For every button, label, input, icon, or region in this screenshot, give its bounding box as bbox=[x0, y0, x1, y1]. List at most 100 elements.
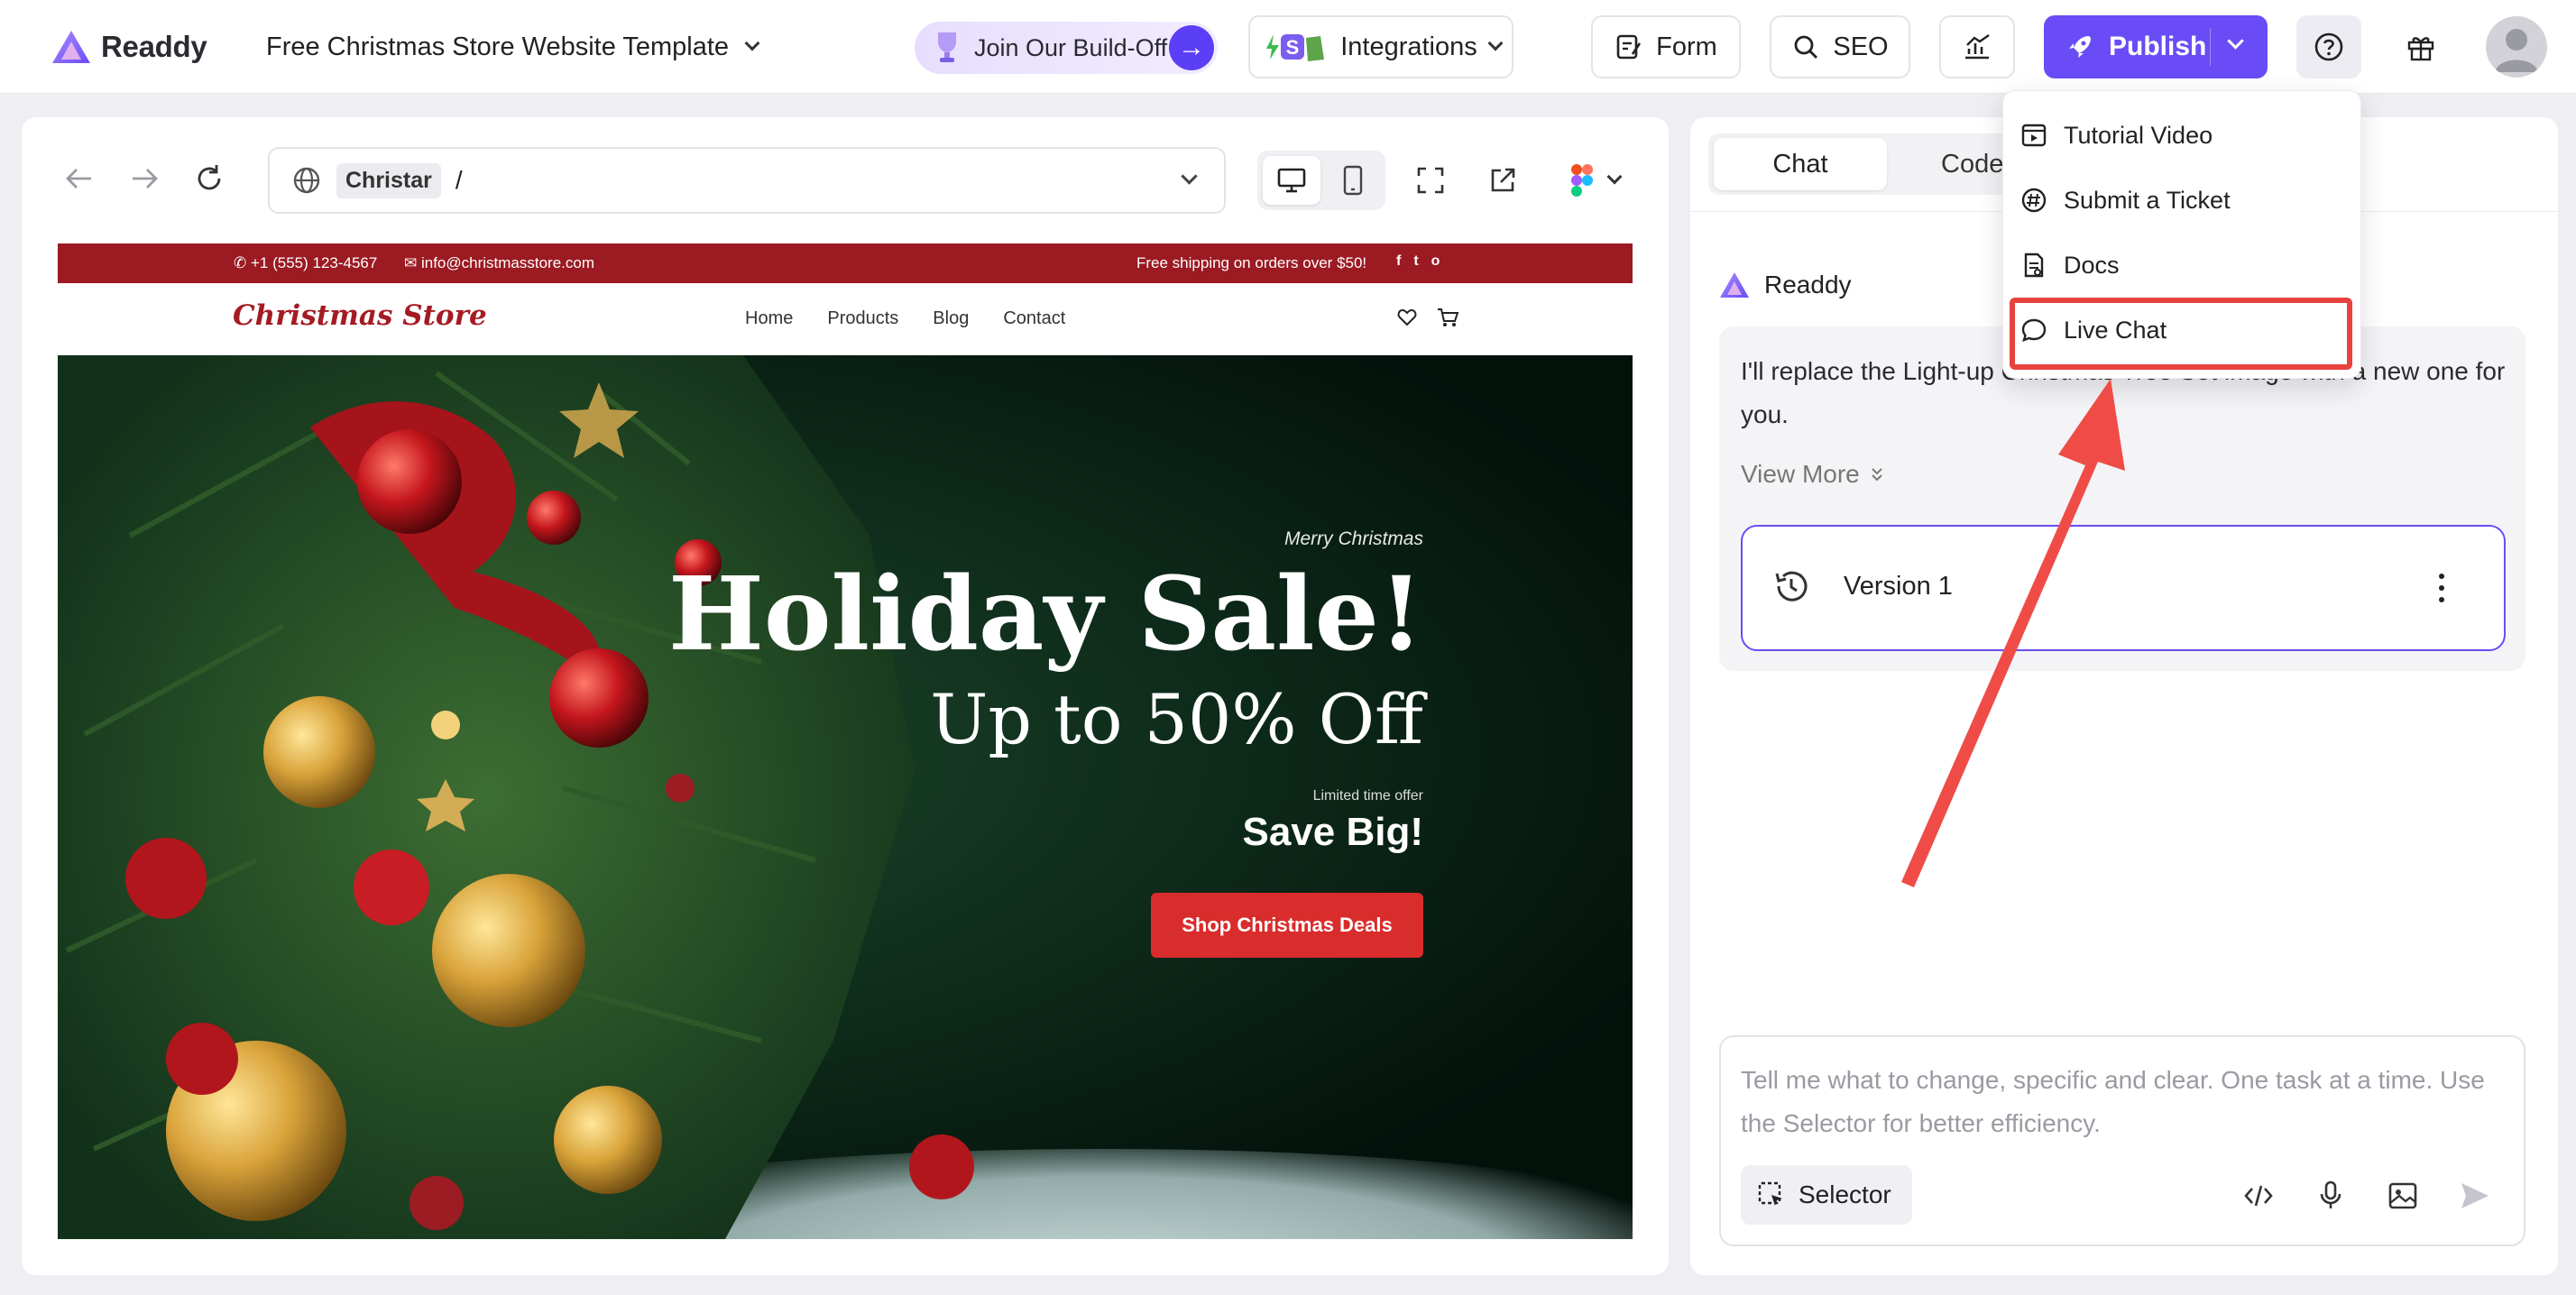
christmas-tree-image bbox=[58, 355, 974, 1239]
preview-phone: ✆ +1 (555) 123-4567 bbox=[234, 254, 378, 271]
reload-button[interactable] bbox=[191, 161, 227, 197]
twitter-icon[interactable]: t bbox=[1413, 253, 1418, 270]
top-bar: Readdy Free Christmas Store Website Temp… bbox=[0, 0, 2576, 94]
project-title: Free Christmas Store Website Template bbox=[266, 32, 730, 61]
address-bar[interactable]: Christar / bbox=[268, 147, 1226, 214]
preview-menu: Home Products Blog Contact bbox=[745, 308, 1065, 329]
tab-chat[interactable]: Chat bbox=[1714, 138, 1887, 190]
project-title-dropdown[interactable]: Free Christmas Store Website Template bbox=[266, 27, 760, 67]
publish-button[interactable]: Publish bbox=[2044, 15, 2268, 78]
publish-divider bbox=[2210, 28, 2211, 66]
version-label: Version 1 bbox=[1844, 572, 1953, 601]
device-toggle bbox=[1257, 151, 1385, 210]
figma-menu-button[interactable] bbox=[1559, 161, 1631, 200]
search-icon bbox=[1794, 35, 1818, 59]
preview-navbar: Christmas Store Home Products Blog Conta… bbox=[58, 283, 1633, 355]
gift-icon bbox=[2407, 37, 2434, 61]
trophy-icon bbox=[938, 32, 956, 62]
selector-button[interactable]: Selector bbox=[1741, 1165, 1912, 1225]
composer-placeholder[interactable]: Tell me what to change, specific and cle… bbox=[1741, 1059, 2498, 1145]
cart-icon[interactable] bbox=[1436, 307, 1459, 328]
preview-menu-blog[interactable]: Blog bbox=[933, 308, 969, 329]
chevron-down-icon bbox=[744, 35, 760, 51]
help-menu-tutorial-video[interactable]: Tutorial Video bbox=[2020, 110, 2213, 161]
preview-menu-contact[interactable]: Contact bbox=[1003, 308, 1065, 329]
preview-menu-products[interactable]: Products bbox=[827, 308, 898, 329]
integrations-label: Integrations bbox=[1340, 32, 1477, 61]
fullscreen-button[interactable] bbox=[1411, 161, 1450, 200]
view-more-link[interactable]: View More bbox=[1741, 460, 1885, 489]
image-icon bbox=[2388, 1182, 2417, 1209]
preview-top-strip: ✆ +1 (555) 123-4567 ✉ info@christmasstor… bbox=[58, 243, 1633, 283]
forward-button[interactable] bbox=[126, 161, 162, 197]
facebook-icon[interactable]: f bbox=[1396, 253, 1401, 270]
heart-icon[interactable] bbox=[1396, 307, 1418, 328]
desktop-icon bbox=[1277, 168, 1306, 193]
help-icon bbox=[2314, 32, 2343, 61]
video-icon bbox=[2021, 124, 2047, 147]
app-name: Readdy bbox=[101, 30, 207, 63]
send-button[interactable] bbox=[2455, 1176, 2495, 1216]
selector-icon bbox=[1758, 1181, 1782, 1206]
mobile-view-button[interactable] bbox=[1326, 156, 1380, 205]
code-toggle-button[interactable] bbox=[2239, 1176, 2278, 1216]
open-external-button[interactable] bbox=[1483, 161, 1523, 200]
hero-save: Save Big! bbox=[1242, 810, 1423, 854]
analytics-button[interactable] bbox=[1939, 15, 2015, 78]
user-avatar-icon bbox=[2495, 29, 2538, 72]
chevron-down-icon[interactable] bbox=[2227, 32, 2244, 50]
help-menu-docs[interactable]: Docs bbox=[2020, 240, 2120, 290]
live-chat-highlight-box bbox=[2010, 298, 2352, 370]
more-options-icon[interactable] bbox=[2430, 570, 2453, 606]
arrow-right-icon: → bbox=[1169, 25, 1214, 70]
help-menu-label: Submit a Ticket bbox=[2064, 186, 2231, 214]
preview-email: ✉ info@christmasstore.com bbox=[404, 254, 594, 271]
buildoff-label: Join Our Build-Off bbox=[974, 33, 1168, 61]
readdy-logo-icon bbox=[52, 31, 90, 63]
avatar[interactable] bbox=[2486, 16, 2547, 78]
chevron-down-icon[interactable] bbox=[1181, 168, 1198, 185]
instagram-icon[interactable]: o bbox=[1431, 253, 1440, 270]
readdy-logo-icon bbox=[1720, 272, 1749, 298]
history-icon bbox=[1775, 571, 1808, 602]
hero-kicker: Merry Christmas bbox=[1283, 528, 1423, 549]
preview-brand[interactable]: Christmas Store bbox=[233, 299, 487, 332]
form-label: Form bbox=[1656, 32, 1717, 61]
form-button[interactable]: Form bbox=[1591, 15, 1741, 78]
back-button[interactable] bbox=[61, 161, 97, 197]
help-button[interactable] bbox=[2296, 15, 2361, 78]
sender-name: Readdy bbox=[1764, 271, 1852, 298]
fullscreen-icon bbox=[1417, 167, 1444, 194]
publish-label: Publish bbox=[2109, 32, 2207, 61]
rocket-icon bbox=[2069, 36, 2091, 58]
double-chevron-down-icon bbox=[1872, 468, 1882, 482]
send-icon bbox=[2461, 1183, 2489, 1208]
seo-button[interactable]: SEO bbox=[1770, 15, 1910, 78]
microphone-icon bbox=[2320, 1180, 2341, 1208]
arrow-right-icon bbox=[133, 169, 158, 188]
docs-icon bbox=[2024, 253, 2044, 278]
help-menu-label: Tutorial Video bbox=[2064, 121, 2213, 149]
image-upload-button[interactable] bbox=[2383, 1176, 2423, 1216]
preview-shipping: Free shipping on orders over $50! bbox=[1136, 254, 1367, 271]
shop-deals-button[interactable]: Shop Christmas Deals bbox=[1151, 893, 1423, 958]
gift-button[interactable] bbox=[2388, 15, 2453, 78]
preview-phone-text: +1 (555) 123-4567 bbox=[250, 254, 378, 271]
microphone-button[interactable] bbox=[2311, 1176, 2351, 1216]
code-icon bbox=[2244, 1185, 2273, 1207]
help-menu-submit-ticket[interactable]: Submit a Ticket bbox=[2020, 175, 2231, 225]
message-sender: Readdy bbox=[1719, 271, 1852, 299]
join-buildoff-button[interactable]: Join Our Build-Off → bbox=[915, 22, 1218, 74]
view-more-label: View More bbox=[1741, 460, 1860, 488]
preview-social-links: f t o bbox=[1396, 253, 1440, 270]
desktop-view-button[interactable] bbox=[1263, 156, 1320, 205]
integrations-button[interactable]: S Integrations bbox=[1248, 15, 1513, 78]
preview-menu-home[interactable]: Home bbox=[745, 308, 793, 329]
preview-email-text: info@christmasstore.com bbox=[420, 254, 594, 271]
form-icon bbox=[1616, 34, 1642, 60]
chevron-down-icon bbox=[1606, 169, 1623, 185]
hero-subheadline: Up to 50% Off bbox=[930, 679, 1423, 759]
readdy-logo[interactable]: Readdy bbox=[51, 27, 207, 67]
hero-headline: Holiday Sale! bbox=[668, 556, 1423, 674]
arrow-left-icon bbox=[66, 169, 91, 188]
